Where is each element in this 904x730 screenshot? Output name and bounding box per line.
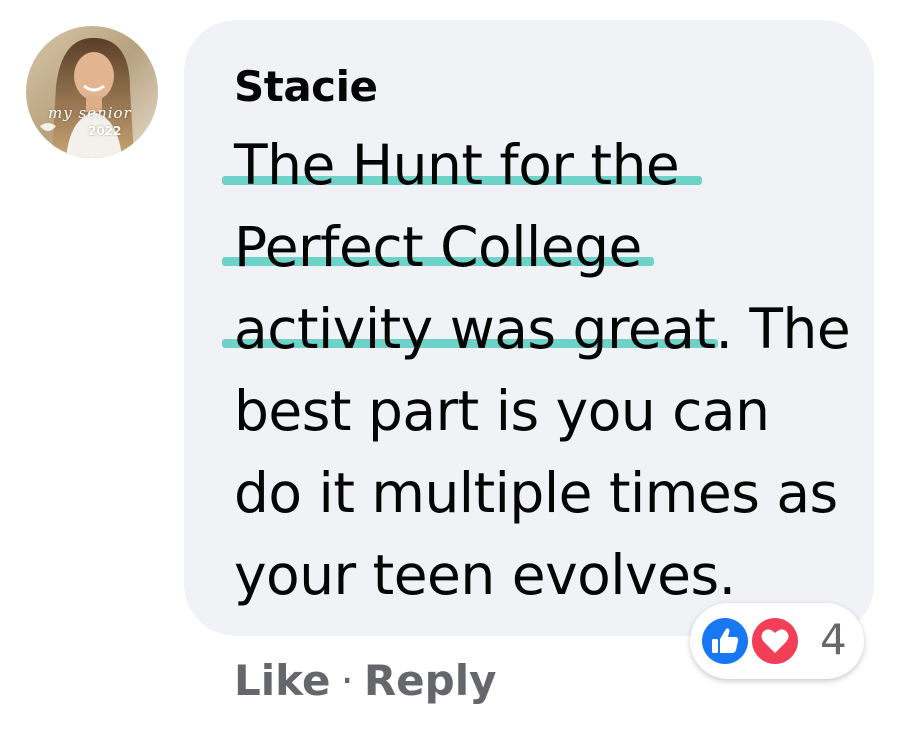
reaction-count: 4 — [820, 615, 847, 664]
avatar-photo — [26, 26, 158, 158]
comment-line: activity was great. The — [234, 297, 851, 361]
reply-button[interactable]: Reply — [364, 656, 497, 705]
comment-line: best part is you can — [234, 379, 770, 443]
comment-text: The Hunt for the Perfect College activit… — [234, 124, 854, 616]
comment-container: my senior 2022 Stacie The Hunt for the P… — [0, 0, 904, 730]
reactions-summary[interactable]: 4 — [690, 603, 864, 679]
comment-line: do it multiple times as — [234, 461, 838, 525]
action-separator: · — [340, 656, 354, 705]
comment-author[interactable]: Stacie — [234, 62, 378, 111]
love-icon — [749, 615, 801, 667]
comment-actions: Like · Reply — [234, 656, 496, 705]
comment-line: Perfect College — [234, 215, 642, 279]
avatar-caption: my senior — [48, 104, 132, 122]
avatar-year: 2022 — [88, 124, 122, 138]
like-button[interactable]: Like — [234, 656, 330, 705]
avatar[interactable]: my senior 2022 — [26, 26, 158, 158]
like-icon — [699, 615, 751, 667]
comment-line: The Hunt for the — [234, 133, 680, 197]
